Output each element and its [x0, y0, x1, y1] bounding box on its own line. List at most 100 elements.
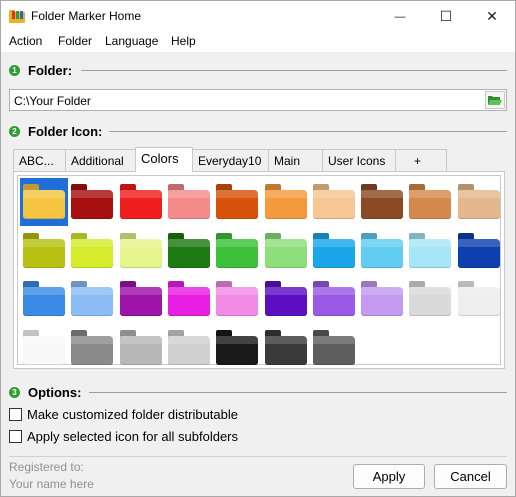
folder-highlight-shape	[23, 287, 65, 295]
folder-highlight-shape	[167, 238, 210, 247]
folder-highlight-shape	[457, 190, 500, 198]
folder-icon-peach[interactable]	[310, 178, 358, 226]
folder-icon-light-magenta[interactable]	[213, 275, 261, 323]
distributable-checkbox[interactable]	[9, 408, 22, 421]
folder-highlight-shape	[312, 190, 355, 198]
folder-icon-pale-gray[interactable]	[165, 324, 213, 372]
folder-highlight-shape	[409, 238, 452, 247]
folder-path-field[interactable]: C:\Your Folder	[9, 89, 507, 111]
tab-user-icons[interactable]: User Icons	[322, 149, 396, 171]
folder-highlight-shape	[312, 335, 355, 344]
tab-main[interactable]: Main	[268, 149, 323, 171]
subfolders-option[interactable]: Apply selected icon for all subfolders	[9, 429, 238, 444]
folder-highlight-shape	[71, 287, 114, 295]
menu-help[interactable]: Help	[171, 34, 196, 48]
folder-highlight-shape	[409, 190, 452, 198]
folder-icon-black[interactable]	[213, 324, 261, 372]
folder-icon-orange[interactable]	[262, 178, 310, 226]
folder-highlight-shape	[167, 287, 210, 295]
folder-icon-brown[interactable]	[358, 178, 406, 226]
tab-add[interactable]: +	[395, 149, 447, 171]
folder-highlight-shape	[216, 335, 259, 344]
folder-icon-purple[interactable]	[117, 275, 165, 323]
open-folder-icon[interactable]	[485, 91, 505, 109]
folder-highlight-shape	[264, 238, 307, 247]
folder-highlight-shape	[119, 287, 162, 295]
folder-icon-light-gray[interactable]	[406, 275, 454, 323]
folder-icon-grid	[17, 175, 501, 365]
menu-folder[interactable]: Folder	[58, 34, 92, 48]
folder-highlight-shape	[23, 238, 65, 247]
folder-highlight-shape	[457, 287, 500, 295]
menu-language[interactable]: Language	[105, 34, 158, 48]
folder-icon-magenta[interactable]	[165, 275, 213, 323]
tab-everyday10[interactable]: Everyday10	[192, 149, 269, 171]
folder-highlight-shape	[71, 238, 114, 247]
registered-name: Your name here	[9, 477, 94, 491]
folder-icon-light-sky-blue[interactable]	[358, 227, 406, 275]
distributable-option[interactable]: Make customized folder distributable	[9, 407, 238, 422]
close-button[interactable]: ✕	[469, 1, 515, 32]
folder-highlight-shape	[216, 238, 259, 247]
folder-icon-lavender[interactable]	[358, 275, 406, 323]
tab-colors[interactable]: Colors	[135, 147, 193, 172]
menu-action[interactable]: Action	[9, 34, 42, 48]
folder-icon-off-white[interactable]	[455, 275, 503, 323]
maximize-icon: ☐	[439, 8, 453, 24]
folder-icon-charcoal[interactable]	[310, 324, 358, 372]
folder-icon-dark-gray[interactable]	[262, 324, 310, 372]
options-section-label: Options:	[28, 385, 82, 400]
folder-icon-section-label: Folder Icon:	[28, 124, 103, 139]
folder-icon-ice-blue[interactable]	[406, 227, 454, 275]
folder-highlight-shape	[457, 238, 500, 247]
icon-panel	[13, 171, 505, 369]
apply-button[interactable]: Apply	[353, 464, 425, 489]
maximize-button[interactable]: ☐	[423, 1, 469, 32]
section-divider	[89, 392, 507, 393]
folder-highlight-shape	[119, 190, 162, 198]
folder-icon-tan[interactable]	[455, 178, 503, 226]
folder-highlight-shape	[361, 238, 404, 247]
folder-icon-gray[interactable]	[68, 324, 116, 372]
folder-section-heading: 1 Folder:	[9, 63, 72, 78]
folder-icon-dark-red[interactable]	[68, 178, 116, 226]
folder-icon-light-violet[interactable]	[310, 275, 358, 323]
minimize-icon: —	[394, 10, 406, 23]
folder-highlight-shape	[312, 287, 355, 295]
folder-icon-olive[interactable]	[20, 227, 68, 275]
folder-icon-light-brown[interactable]	[406, 178, 454, 226]
folder-highlight-shape	[119, 238, 162, 247]
folder-highlight-shape	[216, 287, 259, 295]
folder-icon-navy[interactable]	[455, 227, 503, 275]
folder-icon-dark-green[interactable]	[165, 227, 213, 275]
folder-highlight-shape	[264, 287, 307, 295]
folder-highlight-shape	[264, 335, 307, 344]
folder-icon-lime[interactable]	[68, 227, 116, 275]
menu-bar: Action Folder Language Help	[1, 32, 515, 52]
folder-icon-pale-lime[interactable]	[117, 227, 165, 275]
cancel-button[interactable]: Cancel	[434, 464, 507, 489]
folder-highlight-shape	[216, 190, 259, 198]
folder-icon-silver[interactable]	[117, 324, 165, 372]
folder-icon-pink[interactable]	[165, 178, 213, 226]
folder-highlight-shape	[23, 335, 65, 344]
folder-icon-green[interactable]	[213, 227, 261, 275]
folder-marker-app-icon	[9, 10, 25, 23]
folder-icon-dark-orange[interactable]	[213, 178, 261, 226]
options-section-heading: 3 Options:	[9, 385, 81, 400]
folder-icon-yellow[interactable]	[20, 178, 68, 226]
folder-highlight-shape	[119, 335, 162, 344]
folder-icon-blue[interactable]	[20, 275, 68, 323]
folder-icon-sky-blue[interactable]	[310, 227, 358, 275]
minimize-button[interactable]: —	[377, 1, 423, 32]
folder-icon-white[interactable]	[20, 324, 68, 372]
folder-icon-light-green[interactable]	[262, 227, 310, 275]
tab-abc[interactable]: ABC...	[13, 149, 66, 171]
subfolders-checkbox[interactable]	[9, 430, 22, 443]
tab-additional[interactable]: Additional	[65, 149, 136, 171]
folder-highlight-shape	[167, 190, 210, 198]
step-number-badge: 1	[9, 65, 20, 76]
folder-icon-red[interactable]	[117, 178, 165, 226]
folder-icon-light-blue[interactable]	[68, 275, 116, 323]
folder-icon-violet[interactable]	[262, 275, 310, 323]
